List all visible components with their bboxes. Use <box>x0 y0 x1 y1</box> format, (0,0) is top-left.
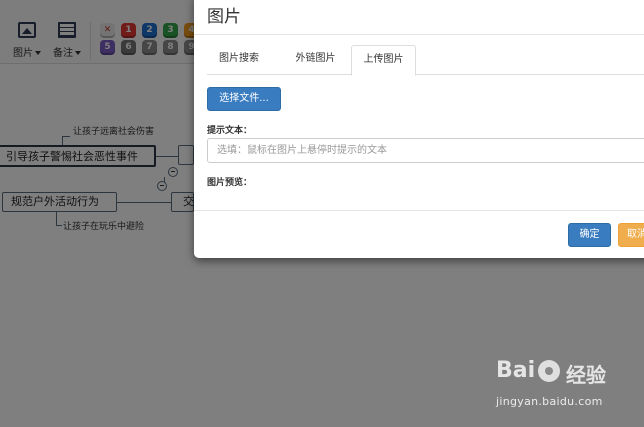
watermark-url: jingyan.baidu.com <box>496 395 603 408</box>
tab-image-search[interactable]: 图片搜索 <box>207 45 271 75</box>
choose-file-button[interactable]: 选择文件... <box>207 87 281 111</box>
dialog-footer-divider <box>194 210 644 211</box>
confirm-button[interactable]: 确定 <box>568 223 611 247</box>
cancel-button[interactable]: 取消 <box>618 223 644 247</box>
watermark-brand-suffix: 经验 <box>566 363 606 387</box>
image-preview-label: 图片预览： <box>207 178 253 188</box>
image-dialog: 图片 图片搜索 外链图片 上传图片 选择文件... 提示文本： 图片预览： 确定… <box>194 0 644 258</box>
hint-text-input[interactable] <box>207 138 644 163</box>
dialog-title: 图片 <box>207 7 241 27</box>
tab-upload-image[interactable]: 上传图片 <box>351 45 416 76</box>
tab-external-link[interactable]: 外链图片 <box>282 45 349 75</box>
hint-text-label: 提示文本： <box>207 126 253 136</box>
watermark-brand: Bai <box>496 358 536 383</box>
dialog-header: 图片 <box>194 0 644 35</box>
baidu-jingyan-watermark: Bai 经验 jingyan.baidu.com <box>496 358 626 413</box>
paw-icon <box>538 360 560 382</box>
dialog-tabs: 图片搜索 外链图片 上传图片 <box>207 45 644 76</box>
